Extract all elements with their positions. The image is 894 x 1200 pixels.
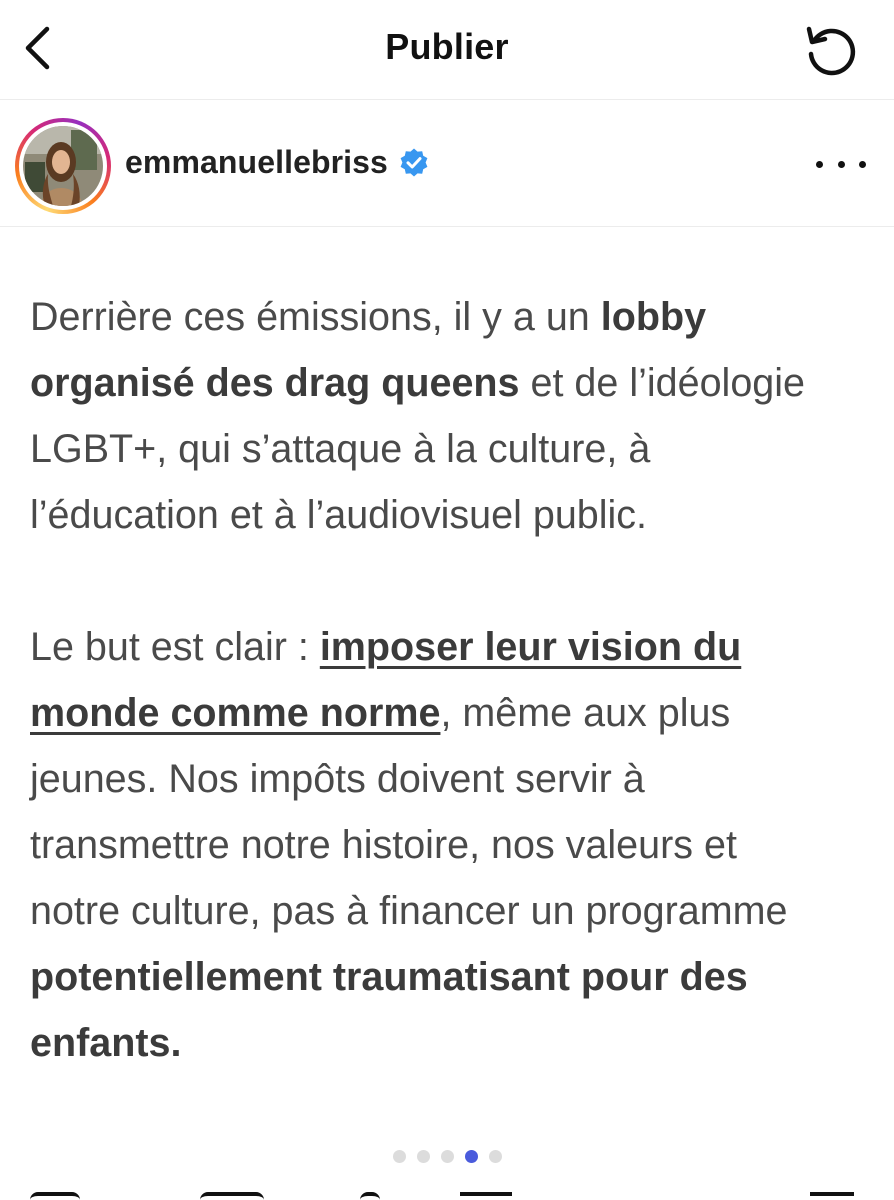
avatar[interactable]	[23, 126, 103, 206]
text-run-bold-underlined: monde comme norme	[30, 691, 441, 735]
text-run-bold: organisé des drag queens	[30, 361, 520, 405]
refresh-icon	[806, 26, 856, 76]
carousel-dot	[440, 1150, 454, 1163]
author-row: emmanuellebriss	[125, 144, 430, 181]
page-title: Publier	[385, 26, 509, 67]
verified-badge-icon	[398, 147, 430, 179]
text-run: et de l’idéologie	[519, 361, 806, 405]
text-line: l’éducation et à l’audiovisuel public.	[30, 493, 648, 537]
username[interactable]: emmanuellebriss	[125, 144, 388, 181]
story-ring[interactable]	[15, 118, 111, 214]
text-line-bold: potentiellement traumatisant pour des	[30, 955, 748, 999]
text-line: monde comme norme, même aux plus	[30, 680, 890, 746]
text-run: , même aux plus	[440, 691, 731, 735]
comment-icon[interactable]	[200, 1192, 264, 1200]
text-line-bold: enfants.	[30, 1021, 182, 1065]
carousel-indicator	[0, 1150, 894, 1166]
text-run: Derrière ces émissions, il y a un	[30, 295, 601, 339]
text-run: Le but est clair :	[30, 625, 320, 669]
action-bar	[0, 1188, 894, 1200]
carousel-dot	[416, 1150, 430, 1163]
text-line: organisé des drag queens et de l’idéolog…	[30, 350, 890, 416]
avatar-photo	[23, 126, 103, 206]
share-icon[interactable]	[360, 1192, 380, 1200]
carousel-dot-active	[464, 1150, 478, 1163]
more-horizontal-icon	[859, 160, 866, 168]
save-icon[interactable]	[810, 1192, 854, 1200]
text-line: LGBT+, qui s’attaque à la culture, à	[30, 427, 651, 471]
text-line: Derrière ces émissions, il y a un lobby	[30, 284, 890, 350]
refresh-button[interactable]	[800, 20, 860, 80]
post-header: emmanuellebriss	[0, 101, 894, 227]
post-slide-text: Derrière ces émissions, il y a un lobby …	[30, 284, 890, 1076]
carousel-dot	[488, 1150, 502, 1163]
text-line: notre culture, pas à financer un program…	[30, 889, 788, 933]
more-horizontal-icon	[837, 160, 845, 168]
heart-icon[interactable]	[30, 1192, 80, 1200]
text-line: transmettre notre histoire, nos valeurs …	[30, 823, 737, 867]
text-run-bold: lobby	[600, 295, 707, 339]
carousel-dot	[392, 1150, 406, 1163]
text-line: Le but est clair : imposer leur vision d…	[30, 614, 890, 680]
top-nav-bar: Publier	[0, 0, 894, 100]
more-horizontal-icon	[816, 160, 823, 168]
text-line: jeunes. Nos impôts doivent servir à	[30, 757, 645, 801]
text-run-bold-underlined: imposer leur vision du	[319, 625, 742, 669]
bookmark-icon[interactable]	[460, 1192, 512, 1200]
more-options-button[interactable]	[816, 147, 866, 181]
